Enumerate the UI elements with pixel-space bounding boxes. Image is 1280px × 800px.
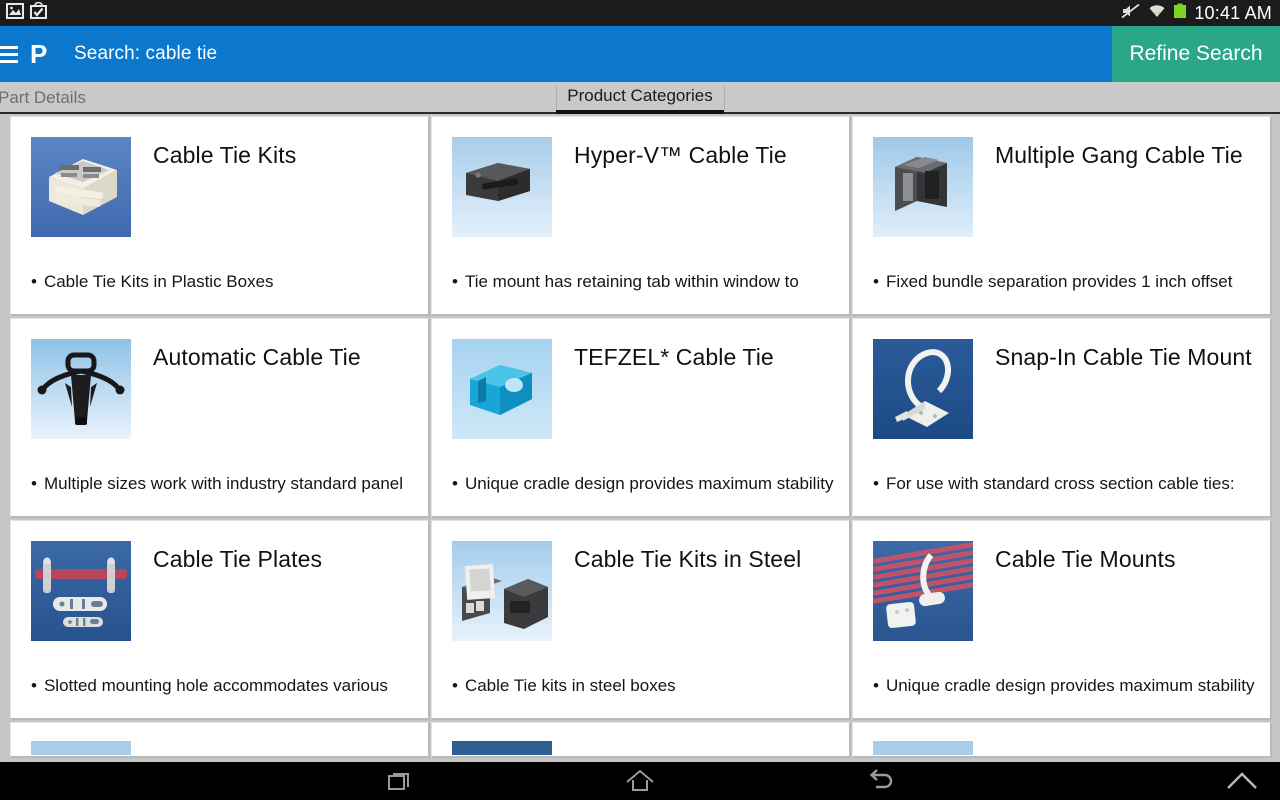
battery-icon: [1173, 3, 1187, 24]
tab-separator-right: [724, 86, 725, 110]
category-card[interactable]: Cable Tie Mounts • Unique cradle design pr…: [852, 520, 1272, 720]
card-bullet: • Unique cradle design provides maximum s…: [452, 474, 839, 494]
category-card[interactable]: Multiple Gang Cable Tie • Fixed bundle sep…: [852, 116, 1272, 316]
multiple-gang-cable-tie-thumbnail: [873, 137, 973, 237]
card-bullet-text: Fixed bundle separation provides 1 inch …: [885, 272, 1233, 291]
svg-text:P: P: [30, 40, 47, 68]
card-title: Snap-In Cable Tie Mount: [995, 344, 1252, 370]
card-header: Snap-In Cable Tie Mount: [853, 319, 1270, 439]
app-bar: P Search: cable tie Refine Search: [0, 26, 1280, 82]
card-header: Cable Tie Kits in Steel: [432, 521, 849, 641]
card-bullet-text: Tie mount has retaining tab within windo…: [464, 272, 799, 291]
category-card-partial[interactable]: [10, 722, 430, 758]
card-bullet-text: Slotted mounting hole accommodates vario…: [43, 676, 388, 695]
card-title: Cable Tie Mounts: [995, 546, 1176, 572]
category-card-partial[interactable]: [431, 722, 851, 758]
category-card[interactable]: TEFZEL* Cable Tie • Unique cradle design p…: [431, 318, 851, 518]
status-bar-right-icons: 10:41 AM: [1121, 3, 1280, 24]
bullet-dot-icon: •: [873, 474, 879, 493]
card-bullet: • Multiple sizes work with industry stand…: [31, 474, 418, 494]
card-bullet: • Fixed bundle separation provides 1 inch…: [873, 272, 1260, 292]
bullet-dot-icon: •: [31, 474, 37, 493]
card-bullet: • For use with standard cross section cab…: [873, 474, 1260, 494]
category-results-scroll-area[interactable]: Cable Tie Kits • Cable Tie Kits in Plastic…: [0, 116, 1280, 762]
bullet-dot-icon: •: [452, 474, 458, 493]
card-title: Multiple Gang Cable Tie: [995, 142, 1243, 168]
card-bullet-text: Cable Tie Kits in Plastic Boxes: [43, 272, 274, 291]
panduit-p-logo-icon: P: [28, 39, 56, 69]
android-status-bar: 10:41 AM: [0, 0, 1280, 26]
cable-tie-kits-steel-thumbnail: [452, 541, 552, 641]
category-card[interactable]: Snap-In Cable Tie Mount • For use with sta…: [852, 318, 1272, 518]
refine-search-button[interactable]: Refine Search: [1112, 26, 1280, 82]
card-title: TEFZEL* Cable Tie: [574, 344, 774, 370]
cable-tie-kit-plastic-box-thumbnail: [31, 137, 131, 237]
card-title: Cable Tie Kits in Steel: [574, 546, 802, 572]
card-title: Hyper-V™ Cable Tie: [574, 142, 787, 168]
search-query-label[interactable]: Search: cable tie: [74, 43, 217, 65]
cable-tie-plates-thumbnail: [31, 541, 131, 641]
card-bullet-text: Unique cradle design provides maximum st…: [464, 474, 834, 493]
hyper-v-cable-tie-thumbnail: [452, 137, 552, 237]
category-card[interactable]: Hyper-V™ Cable Tie • Tie mount has retaini…: [431, 116, 851, 316]
bullet-dot-icon: •: [873, 676, 879, 695]
hamburger-menu-icon[interactable]: [0, 26, 22, 82]
category-card[interactable]: Cable Tie Kits in Steel • Cable Tie kits i…: [431, 520, 851, 720]
category-card[interactable]: Cable Tie Plates • Slotted mounting hole a…: [10, 520, 430, 720]
category-card-grid: Cable Tie Kits • Cable Tie Kits in Plastic…: [0, 116, 1280, 758]
card-bullet-text: Unique cradle design provides maximum st…: [885, 676, 1255, 695]
card-thumbnail-partial: [452, 741, 552, 755]
card-bullet-text: Multiple sizes work with industry standa…: [43, 474, 404, 493]
card-bullet: • Slotted mounting hole accommodates vari…: [31, 676, 418, 696]
android-navigation-bar: [0, 762, 1280, 800]
screenshot-image-icon: [6, 2, 24, 24]
bullet-dot-icon: •: [31, 676, 37, 695]
card-bullet-text: For use with standard cross section cabl…: [885, 474, 1235, 493]
home-icon[interactable]: [610, 762, 670, 800]
category-card-partial[interactable]: [852, 722, 1272, 758]
card-title: Automatic Cable Tie: [153, 344, 361, 370]
card-header: Cable Tie Mounts: [853, 521, 1270, 641]
tefzel-cable-tie-thumbnail: [452, 339, 552, 439]
cable-tie-mounts-thumbnail: [873, 541, 973, 641]
automatic-cable-tie-thumbnail: [31, 339, 131, 439]
bullet-dot-icon: •: [873, 272, 879, 291]
tab-part-details[interactable]: Part Details: [0, 82, 156, 114]
card-header: Automatic Cable Tie: [11, 319, 428, 439]
snap-in-cable-tie-mount-thumbnail: [873, 339, 973, 439]
bullet-dot-icon: •: [452, 676, 458, 695]
card-bullet: • Unique cradle design provides maximum s…: [873, 676, 1260, 696]
card-header: Cable Tie Kits: [11, 117, 428, 237]
card-header: TEFZEL* Cable Tie: [432, 319, 849, 439]
card-bullet: • Cable Tie kits in steel boxes: [452, 676, 839, 696]
bullet-dot-icon: •: [452, 272, 458, 291]
card-title: Cable Tie Plates: [153, 546, 323, 572]
mute-icon: [1121, 3, 1141, 24]
recents-icon[interactable]: [370, 762, 430, 800]
category-card[interactable]: Automatic Cable Tie • Multiple sizes work …: [10, 318, 430, 518]
card-bullet-text: Cable Tie kits in steel boxes: [464, 676, 676, 695]
card-thumbnail-partial: [31, 741, 131, 755]
tab-product-categories[interactable]: Product Categories: [556, 82, 724, 114]
card-title: Cable Tie Kits: [153, 142, 297, 168]
card-bullet: • Tie mount has retaining tab within wind…: [452, 272, 839, 292]
status-bar-clock: 10:41 AM: [1194, 2, 1272, 23]
chevron-up-icon[interactable]: [1214, 762, 1270, 800]
wifi-icon: [1148, 3, 1166, 24]
card-header: Cable Tie Plates: [11, 521, 428, 641]
tab-strip: Part Details Product Categories: [0, 82, 1280, 114]
bullet-dot-icon: •: [31, 272, 37, 291]
status-bar-left-icons: [0, 1, 47, 24]
card-thumbnail-partial: [873, 741, 973, 755]
card-bullet: • Cable Tie Kits in Plastic Boxes: [31, 272, 418, 292]
back-icon[interactable]: [852, 762, 912, 800]
card-header: Hyper-V™ Cable Tie: [432, 117, 849, 237]
app-install-bag-icon: [30, 1, 47, 24]
card-header: Multiple Gang Cable Tie: [853, 117, 1270, 237]
category-card[interactable]: Cable Tie Kits • Cable Tie Kits in Plastic…: [10, 116, 430, 316]
